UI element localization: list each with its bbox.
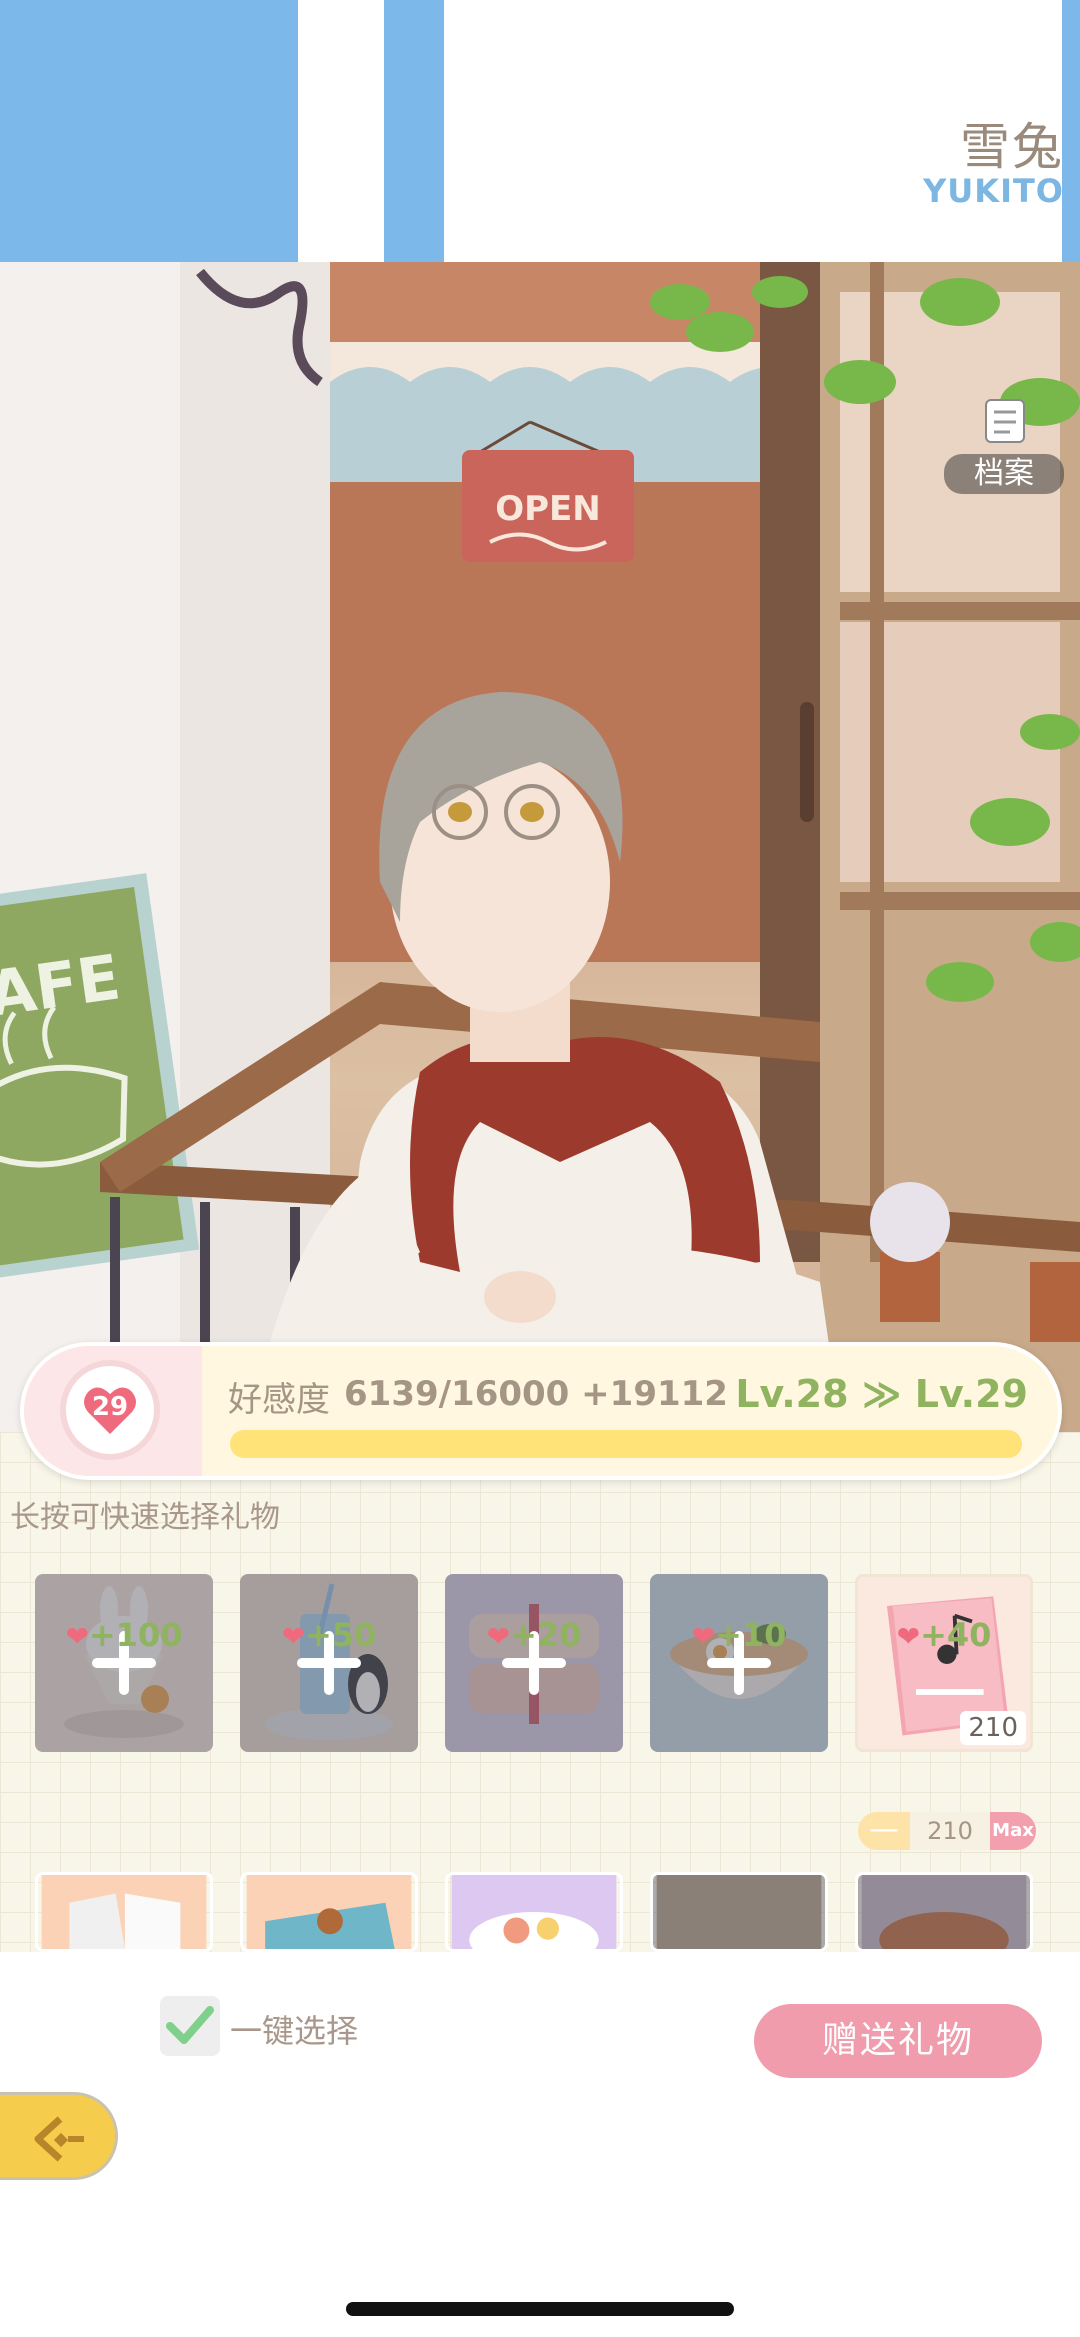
affection-progress-fill (230, 1430, 1022, 1458)
gift-item-bento-box[interactable] (445, 1574, 623, 1752)
affection-level-badge: 29 (60, 1360, 160, 1460)
book-icon (41, 1875, 207, 1949)
gift-value-penguin-soda: ❤+50 (281, 1616, 377, 1654)
gift-value-bunny-parfait: ❤+100 (65, 1616, 183, 1654)
heart-icon: ❤ (65, 1620, 89, 1653)
header: 雪兔 YUKITO (0, 0, 1080, 262)
checkmark-icon (166, 2006, 214, 2044)
select-all-label: 一键选择 (230, 2012, 359, 2050)
home-indicator[interactable] (346, 2302, 734, 2316)
character-scene: OPEN CAFE 档案 (0, 262, 1080, 1432)
quantity-value[interactable]: 210 (910, 1812, 990, 1850)
gift-value-music-book: ❤+40 (896, 1616, 992, 1654)
header-stripe-right (384, 0, 444, 262)
gift-item-penguin-soda[interactable] (240, 1574, 418, 1752)
header-stripe-white (298, 0, 318, 262)
character-name: 雪兔 YUKITO (923, 118, 1064, 210)
gift-item-row2-3[interactable] (445, 1872, 623, 1952)
character-name-cn: 雪兔 (960, 118, 1064, 176)
gift-item-music-book[interactable]: 210 (855, 1574, 1033, 1752)
open-sign-text: OPEN (495, 489, 601, 529)
picture-book-icon (246, 1875, 412, 1949)
affection-level-number: 29 (91, 1392, 129, 1422)
gift-item-row2-1[interactable] (35, 1872, 213, 1952)
gift-value-bento-box: ❤+20 (486, 1616, 582, 1654)
gift-item-row2-4[interactable] (650, 1872, 828, 1952)
quantity-max-button[interactable]: Max (990, 1812, 1036, 1850)
gift-owned-count: 210 (960, 1711, 1026, 1745)
back-arrow-icon (34, 2116, 84, 2162)
gift-item-ramen-bowl[interactable] (650, 1574, 828, 1752)
quantity-minus-button[interactable]: — (858, 1812, 910, 1850)
header-stripe-white-3 (370, 0, 384, 262)
gift-hint: 长按可快速选择礼物 (10, 1500, 280, 1535)
send-gift-button[interactable]: 赠送礼物 (754, 2004, 1042, 2078)
gift-item-row2-2[interactable] (240, 1872, 418, 1952)
gift-item-bunny-parfait[interactable] (35, 1574, 213, 1752)
select-all-checkbox[interactable] (160, 1996, 220, 2056)
back-button[interactable] (0, 2092, 118, 2180)
affection-label: 好感度 (228, 1380, 330, 1420)
affection-value: 6139/16000 +19112 (344, 1374, 728, 1414)
character-name-en: YUKITO (923, 172, 1064, 210)
heart-icon: ❤ (486, 1620, 511, 1653)
affection-bar: 29 好感度 6139/16000 +19112 Lv.28 ≫ Lv.29 (20, 1342, 1062, 1480)
affection-level-range: Lv.28 ≫ Lv.29 (735, 1372, 1028, 1416)
quantity-stepper: — 210 Max (858, 1812, 1036, 1850)
gift-value-ramen-bowl: ❤+10 (691, 1616, 787, 1654)
archive-label: 档案 (944, 454, 1064, 494)
scene-illustration: OPEN CAFE (0, 262, 1080, 1432)
heart-icon: ❤ (896, 1620, 921, 1653)
header-stripe-edge (1062, 0, 1080, 262)
bottom-bar: 一键选择 赠送礼物 (0, 1952, 1080, 2337)
gift-item-row2-5[interactable] (855, 1872, 1033, 1952)
heart-icon: ❤ (281, 1620, 306, 1653)
header-stripe (0, 0, 298, 262)
header-stripe-white-2 (338, 0, 358, 262)
heart-icon: ❤ (691, 1620, 716, 1653)
affection-level-badge-area: 29 (24, 1346, 202, 1476)
notebook-icon (985, 399, 1025, 443)
affection-progress-track (230, 1430, 1022, 1458)
archive-button[interactable]: 档案 (944, 392, 1064, 498)
sushi-icon (451, 1875, 617, 1949)
